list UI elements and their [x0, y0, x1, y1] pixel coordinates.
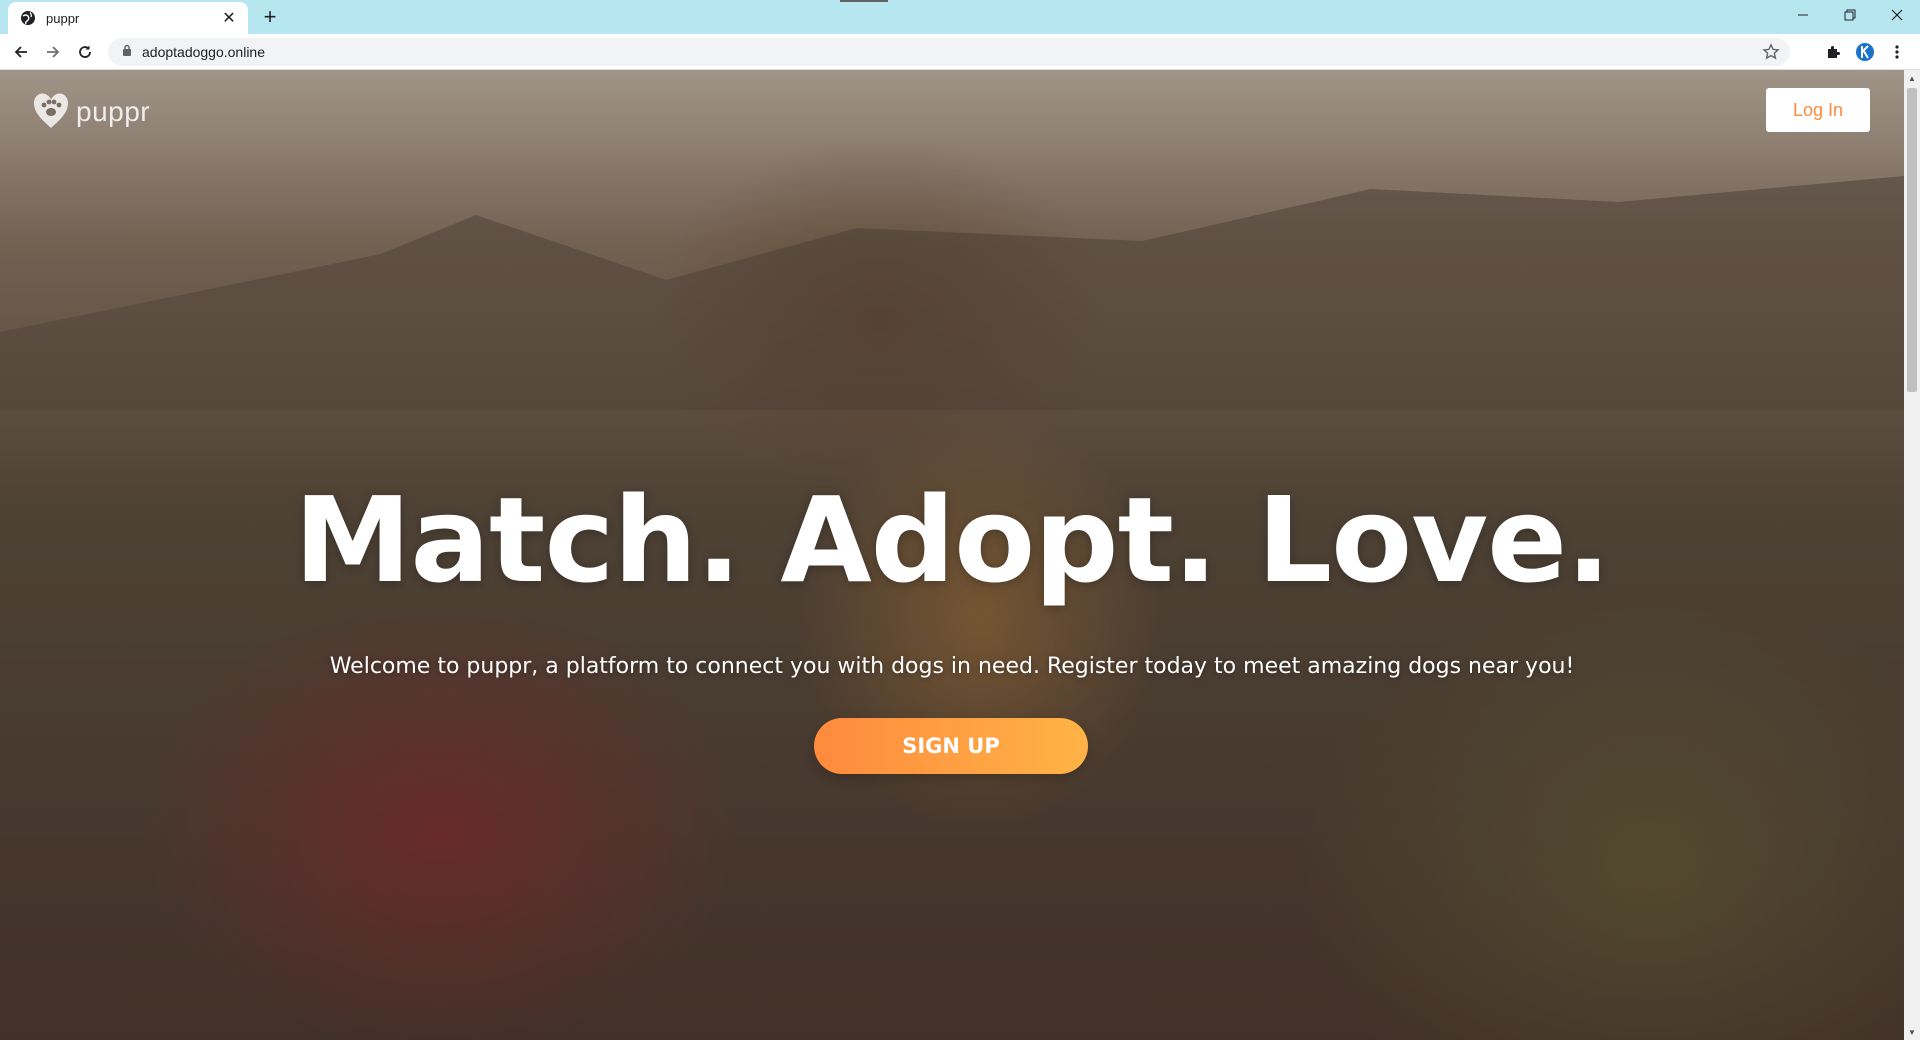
page-scrollbar[interactable]: ▲ ▼ [1904, 70, 1920, 1040]
star-icon[interactable] [1762, 43, 1780, 61]
lock-icon[interactable] [122, 43, 132, 61]
brand-logo[interactable]: puppr [32, 88, 150, 135]
hero-subtitle: Welcome to puppr, a platform to connect … [329, 654, 1575, 679]
close-window-button[interactable] [1874, 0, 1920, 30]
restore-button[interactable] [1827, 0, 1873, 30]
close-icon[interactable]: ✕ [220, 9, 238, 27]
arrow-left-icon[interactable] [8, 39, 34, 65]
hero-title: Match. Adopt. Love. [294, 471, 1611, 609]
signup-button[interactable]: SIGN UP [814, 718, 1088, 774]
browser-tabstrip: puppr ✕ + [0, 0, 1920, 34]
arrow-right-icon[interactable] [40, 39, 66, 65]
browser-toolbar: adoptadoggo.online [0, 34, 1920, 70]
login-button[interactable]: Log In [1766, 88, 1870, 132]
scroll-up-arrow-icon[interactable]: ▲ [1904, 70, 1920, 86]
url-text[interactable]: adoptadoggo.online [142, 44, 265, 60]
kebab-menu-icon[interactable] [1884, 39, 1910, 65]
browser-tab[interactable]: puppr ✕ [8, 2, 248, 34]
tab-search-indicator [840, 0, 888, 2]
new-tab-button[interactable]: + [258, 4, 282, 29]
puzzle-icon[interactable] [1820, 39, 1846, 65]
reload-icon[interactable] [72, 39, 98, 65]
scroll-down-arrow-icon[interactable]: ▼ [1904, 1024, 1920, 1040]
address-bar[interactable]: adoptadoggo.online [108, 38, 1790, 66]
paw-heart-icon [32, 88, 70, 135]
scrollbar-thumb[interactable] [1907, 88, 1917, 392]
page-viewport: puppr Log In Match. Adopt. Love. Welcome… [0, 70, 1904, 1040]
tab-title: puppr [46, 10, 80, 26]
k-extension-icon[interactable] [1852, 39, 1878, 65]
globe-icon [20, 10, 36, 26]
brand-name: puppr [76, 95, 151, 127]
minimize-button[interactable] [1780, 0, 1826, 30]
